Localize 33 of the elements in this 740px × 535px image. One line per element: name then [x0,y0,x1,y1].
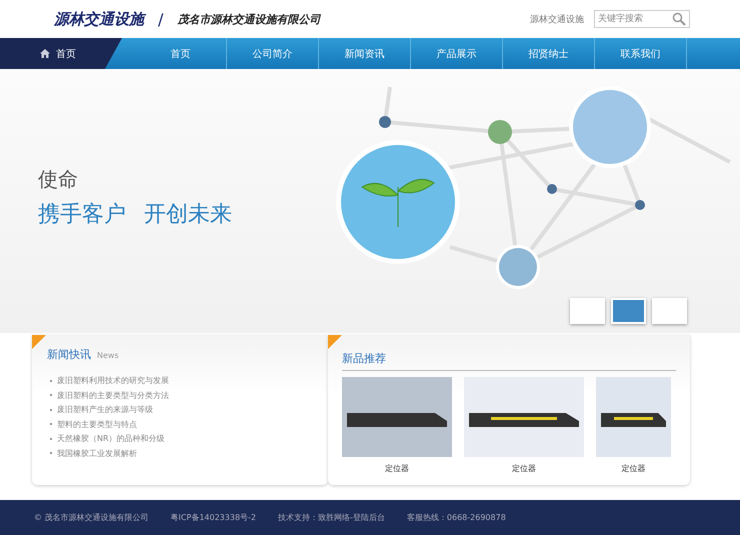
banner-slogan: 携手客户 [38,200,126,228]
search-icon[interactable] [672,12,686,26]
footer-text: 粤ICP备14023338号-2 [170,512,256,523]
site-label: 源林交通设施 [530,14,584,26]
banner-slogan: 开创未来 [144,200,232,228]
product-caption: 定位器 [385,463,409,474]
footer-text: 客服热线：0668-2690878 [406,512,506,523]
footer-text: 技术支持：致胜网络-登陆后台 [278,512,385,523]
news-link[interactable]: 废旧塑料产生的来源与等级 [50,403,314,416]
home-nav-item[interactable]: 首页 [0,38,122,69]
product-photo[interactable] [596,377,671,457]
news-title: 新闻快讯 [47,347,91,362]
news-link[interactable]: 我国橡胶工业发展解析 [50,446,314,460]
news-link[interactable]: 塑料的主要类型与特点 [50,418,314,431]
title-separator: / [158,10,164,28]
product-caption: 定位器 [622,463,646,474]
products-title: 新品推荐 [342,352,386,365]
search-field[interactable]: 关键字搜索 [594,10,690,28]
slide-thumbnail[interactable] [611,298,646,324]
product-caption: 定位器 [512,463,536,474]
product-photo[interactable] [342,377,452,457]
news-link[interactable]: 废旧塑料的主要类型与分类方法 [50,388,314,402]
news-subtitle: News [97,351,119,360]
news-link[interactable]: 天然橡胶（NR）的品种和分级 [50,432,314,446]
slide-thumbnail[interactable] [570,298,605,324]
banner-title: 使命 [38,166,79,192]
home-icon [40,49,50,58]
news-link[interactable]: 废旧塑料利用技术的研究与发展 [50,374,314,388]
brand-name: 源林交通设施 [54,10,144,28]
footer-text: © 茂名市源林交通设施有限公司 [34,512,149,523]
slide-thumbnail[interactable] [652,298,687,324]
product-photo[interactable] [464,377,584,457]
company-name: 茂名市源林交通设施有限公司 [177,12,320,26]
